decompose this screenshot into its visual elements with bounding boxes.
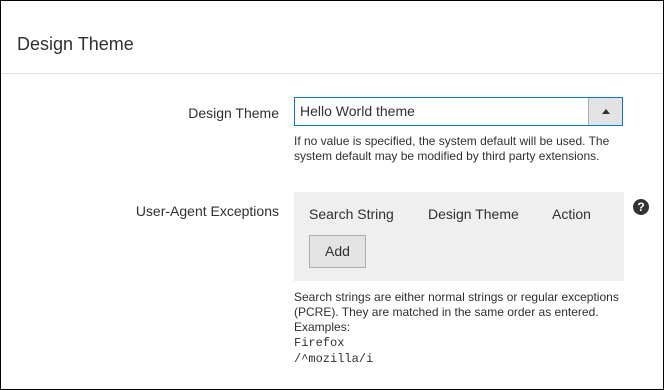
example-firefox: Firefox [294,336,345,350]
design-theme-label: Design Theme [188,105,279,121]
section-title: Design Theme [17,34,134,54]
ua-exceptions-label: User-Agent Exceptions [135,203,279,219]
column-header-search-string: Search String [309,206,394,222]
ua-exceptions-note-text: Search strings are either normal strings… [294,290,619,334]
design-theme-selected-value: Hello World theme [300,103,415,119]
add-exception-button[interactable]: Add [309,235,366,268]
arrow-up-icon [601,109,610,114]
column-header-action: Action [552,206,591,222]
design-theme-panel: Design Theme Design Theme Hello World th… [0,0,664,390]
select-toggle-button[interactable] [588,98,622,125]
column-header-design-theme: Design Theme [428,206,519,222]
design-theme-select[interactable]: Hello World theme [294,97,623,126]
design-theme-note: If no value is specified, the system def… [294,134,610,163]
section-divider [1,73,663,74]
example-mozilla-regex: /^mozilla/i [294,352,374,366]
help-icon[interactable]: ? [633,199,649,215]
ua-exceptions-note: Search strings are either normal strings… [294,290,634,367]
